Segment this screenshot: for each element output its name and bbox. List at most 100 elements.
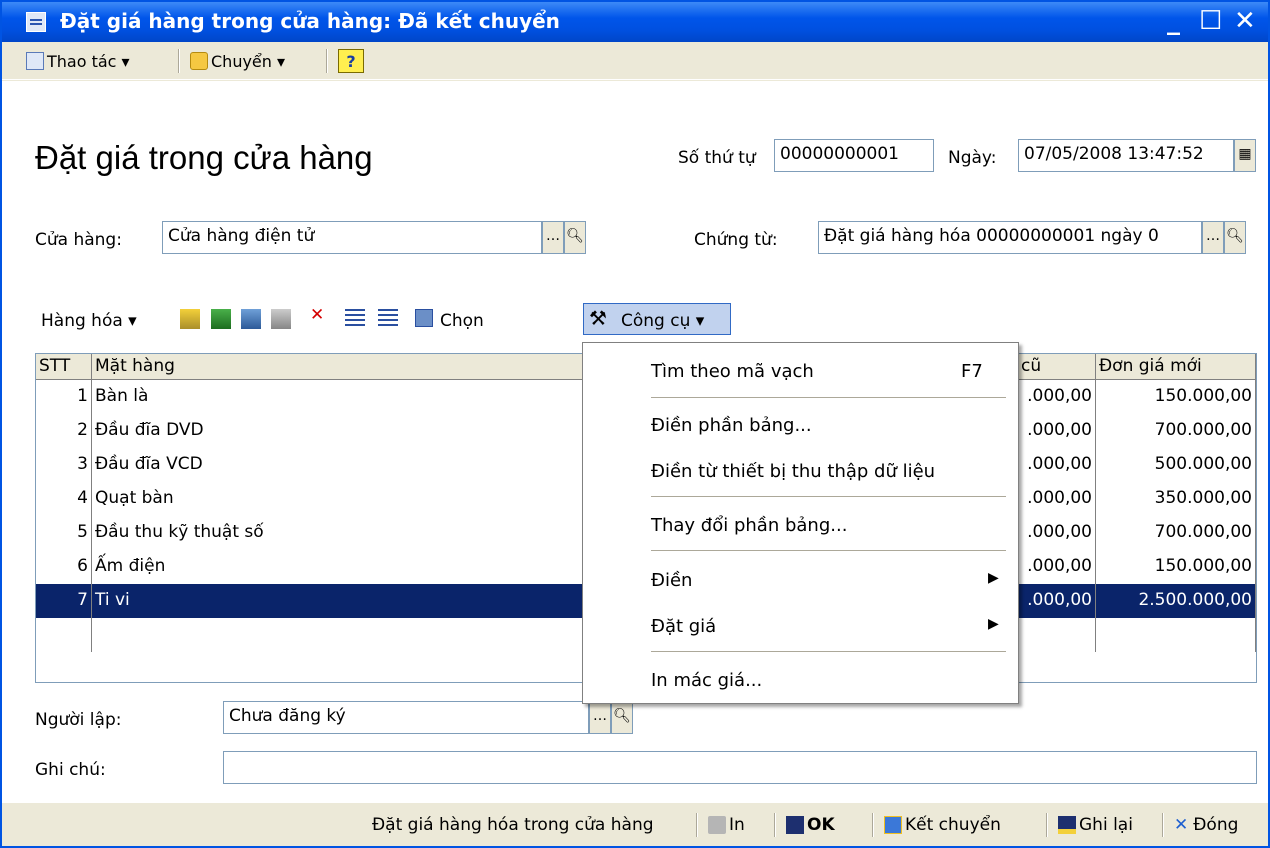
note-label: Ghi chú: xyxy=(35,760,106,780)
creator-label: Người lập: xyxy=(35,710,122,730)
store-label: Cửa hàng: xyxy=(35,230,122,250)
submenu-arrow-icon: ▶ xyxy=(988,570,999,586)
creator-browse-button[interactable]: … xyxy=(589,701,611,734)
save-label: Ghi lại xyxy=(1079,815,1133,835)
column-header-old-price[interactable]: cũ xyxy=(1018,354,1096,380)
row-old-price: .000,00 xyxy=(1018,448,1096,482)
menu-item-fill-device[interactable]: Điền từ thiết bị thu thập dữ liệu xyxy=(651,461,935,482)
menu-separator xyxy=(651,651,1006,653)
print-label: In xyxy=(729,815,745,835)
printer-icon xyxy=(708,816,726,834)
menu-item-fill-table[interactable]: Điền phần bảng... xyxy=(651,415,812,436)
store-search-icon[interactable]: 🔍︎ xyxy=(564,221,586,254)
maximize-button[interactable]: ☐ xyxy=(1199,6,1222,36)
minimize-button[interactable]: _ xyxy=(1167,6,1180,36)
row-old-price: .000,00 xyxy=(1018,482,1096,516)
document-field[interactable]: Đặt giá hàng hóa 00000000001 ngày 0 xyxy=(818,221,1202,254)
status-separator xyxy=(696,813,698,837)
document-browse-button[interactable]: … xyxy=(1202,221,1224,254)
menu-item-barcode[interactable]: Tìm theo mã vạch xyxy=(651,361,814,382)
creator-search-icon[interactable]: 🔍︎ xyxy=(611,701,633,734)
save-button[interactable]: Ghi lại xyxy=(1058,815,1133,835)
document-icon xyxy=(26,12,46,32)
document-label: Chứng từ: xyxy=(694,230,778,250)
help-button[interactable]: ? xyxy=(338,49,364,73)
row-new-price: 700.000,00 xyxy=(1096,414,1256,448)
row-old-price: .000,00 xyxy=(1018,584,1096,618)
post-icon xyxy=(884,816,902,834)
actions-label: Thao tác ▾ xyxy=(47,51,130,71)
sort-descending-icon[interactable] xyxy=(378,309,398,329)
add-row-icon[interactable] xyxy=(180,309,200,329)
menu-separator xyxy=(651,496,1006,498)
menu-item-set-price[interactable]: Đặt giá xyxy=(651,616,716,637)
row-number: 4 xyxy=(36,482,92,516)
store-browse-button[interactable]: … xyxy=(542,221,564,254)
document-type-link[interactable]: Đặt giá hàng hóa trong cửa hàng xyxy=(372,815,654,835)
choose-button[interactable]: Chọn xyxy=(440,311,484,331)
menu-item-print-tags[interactable]: In mác giá... xyxy=(651,670,762,691)
post-label: Kết chuyển xyxy=(905,815,1001,835)
menu-item-change-table[interactable]: Thay đổi phần bảng... xyxy=(651,515,847,536)
row-number: 2 xyxy=(36,414,92,448)
menu-item-fill[interactable]: Điền xyxy=(651,570,692,591)
goods-menu[interactable]: Hàng hóa ▾ xyxy=(41,311,137,331)
row-number: 5 xyxy=(36,516,92,550)
row-new-price: 150.000,00 xyxy=(1096,550,1256,584)
row-number-empty xyxy=(36,618,92,652)
number-label: Số thứ tự xyxy=(678,148,756,168)
row-old-price: .000,00 xyxy=(1018,550,1096,584)
column-header-stt[interactable]: STT xyxy=(36,354,92,380)
row-new-price: 700.000,00 xyxy=(1096,516,1256,550)
toolbar-separator xyxy=(326,49,328,73)
ok-button[interactable]: OK xyxy=(786,815,835,835)
window: Đặt giá hàng trong cửa hàng: Đã kết chuy… xyxy=(0,0,1270,848)
date-field[interactable]: 07/05/2008 13:47:52 xyxy=(1018,139,1234,172)
close-label: Đóng xyxy=(1193,815,1239,835)
toolbar-separator xyxy=(178,49,180,73)
tools-menu-label: Công cụ ▾ xyxy=(621,311,705,331)
row-old-price: .000,00 xyxy=(1018,380,1096,414)
row-number: 6 xyxy=(36,550,92,584)
edit-row-icon[interactable] xyxy=(271,309,291,329)
actions-menu[interactable]: Thao tác ▾ xyxy=(26,49,130,73)
row-old-empty xyxy=(1018,618,1096,652)
choose-icon xyxy=(415,309,433,327)
row-new-price: 150.000,00 xyxy=(1096,380,1256,414)
calendar-icon[interactable]: ▦ xyxy=(1234,139,1256,172)
print-button[interactable]: In xyxy=(708,815,745,835)
floppy-icon xyxy=(1058,816,1076,834)
status-separator xyxy=(1046,813,1048,837)
number-field[interactable]: 00000000001 xyxy=(774,139,934,172)
row-number: 1 xyxy=(36,380,92,414)
document-search-icon[interactable]: 🔍︎ xyxy=(1224,221,1246,254)
move-menu[interactable]: Chuyển ▾ xyxy=(190,49,285,73)
status-separator xyxy=(774,813,776,837)
insert-row-icon[interactable] xyxy=(211,309,231,329)
status-separator xyxy=(1162,813,1164,837)
tools-icon: ⚒ xyxy=(589,306,607,330)
grid-toolbar: Hàng hóa ▾ ✕ Chọn ⚒ Công cụ ▾ xyxy=(35,303,735,335)
folder-arrow-icon xyxy=(190,52,208,70)
row-number: 7 xyxy=(36,584,92,618)
tools-dropdown-menu: Tìm theo mã vạch F7 Điền phần bảng... Đi… xyxy=(582,342,1019,704)
store-field[interactable]: Cửa hàng điện tử xyxy=(162,221,542,254)
row-new-price: 500.000,00 xyxy=(1096,448,1256,482)
row-number: 3 xyxy=(36,448,92,482)
delete-row-icon[interactable]: ✕ xyxy=(310,305,324,325)
row-old-price: .000,00 xyxy=(1018,414,1096,448)
actions-icon xyxy=(26,52,44,70)
copy-row-icon[interactable] xyxy=(241,309,261,329)
close-button[interactable]: ✕ xyxy=(1234,6,1256,36)
sort-ascending-icon[interactable] xyxy=(345,309,365,329)
post-button[interactable]: Kết chuyển xyxy=(884,815,1001,835)
ok-label: OK xyxy=(807,815,835,835)
page-title: Đặt giá trong cửa hàng xyxy=(35,139,373,176)
close-form-button[interactable]: ✕ Đóng xyxy=(1174,815,1238,835)
note-field[interactable] xyxy=(223,751,1257,784)
move-label: Chuyển ▾ xyxy=(211,51,286,71)
column-header-new-price[interactable]: Đơn giá mới xyxy=(1096,354,1256,380)
menu-item-barcode-shortcut: F7 xyxy=(961,361,983,382)
menu-separator xyxy=(651,397,1006,399)
creator-field[interactable]: Chưa đăng ký xyxy=(223,701,589,734)
